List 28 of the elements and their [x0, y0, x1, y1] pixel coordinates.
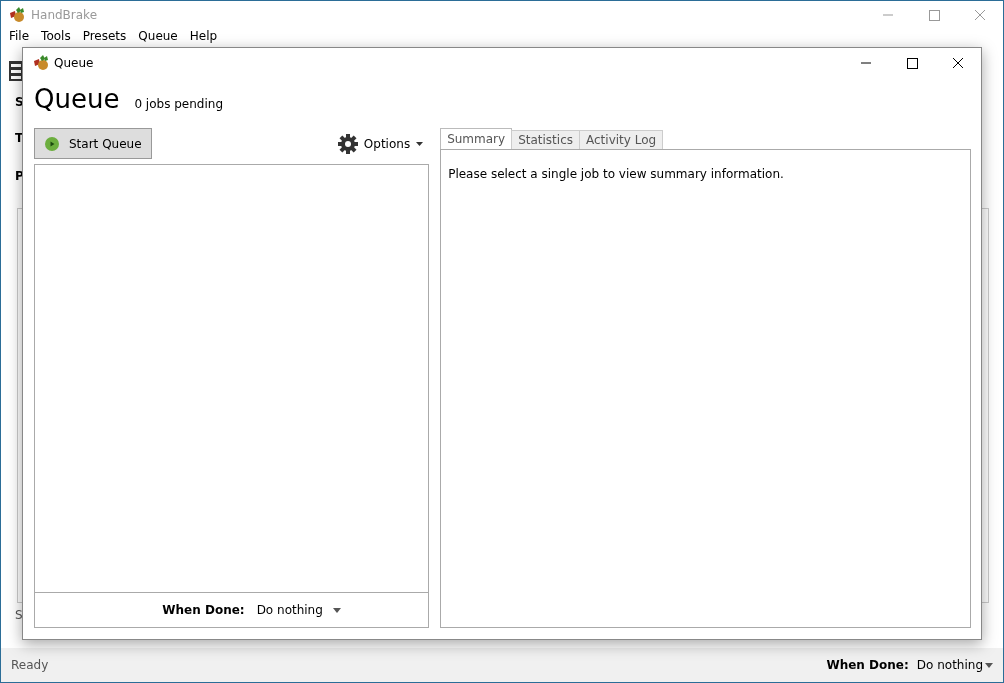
- tab[interactable]: Statistics: [511, 130, 580, 149]
- when-done-label: When Done:: [826, 658, 909, 672]
- menu-item[interactable]: Presets: [76, 29, 133, 43]
- play-icon: [45, 136, 59, 151]
- window-title: HandBrake: [31, 8, 99, 22]
- field-label: S: [15, 608, 23, 622]
- when-done-dropdown[interactable]: Do nothing: [256, 603, 341, 617]
- when-done-label: When Done:: [162, 603, 245, 617]
- tab[interactable]: Activity Log: [579, 130, 664, 149]
- page-heading: Queue: [34, 84, 120, 114]
- jobs-count: 0 jobs pending: [134, 97, 223, 111]
- app-logo-icon: [9, 7, 25, 23]
- menu-item[interactable]: Tools: [35, 29, 77, 43]
- caret-icon: [332, 607, 341, 613]
- status-text: Ready: [11, 658, 50, 672]
- summary-message: Please select a single job to view summary information.: [448, 167, 784, 181]
- app-logo-icon: [33, 55, 49, 71]
- start-queue-button[interactable]: Start Queue: [34, 128, 152, 159]
- menu-item[interactable]: File: [3, 29, 36, 43]
- caret-icon: [985, 662, 993, 668]
- menu-item[interactable]: Queue: [132, 29, 184, 43]
- options-button[interactable]: Options: [337, 134, 424, 154]
- menu-item[interactable]: Help: [183, 29, 224, 43]
- window-title: Queue: [54, 56, 95, 70]
- caret-icon: [416, 142, 424, 146]
- gear-icon: [337, 134, 358, 154]
- when-done-dropdown[interactable]: Do nothing: [916, 658, 993, 672]
- tab[interactable]: Summary: [440, 128, 513, 149]
